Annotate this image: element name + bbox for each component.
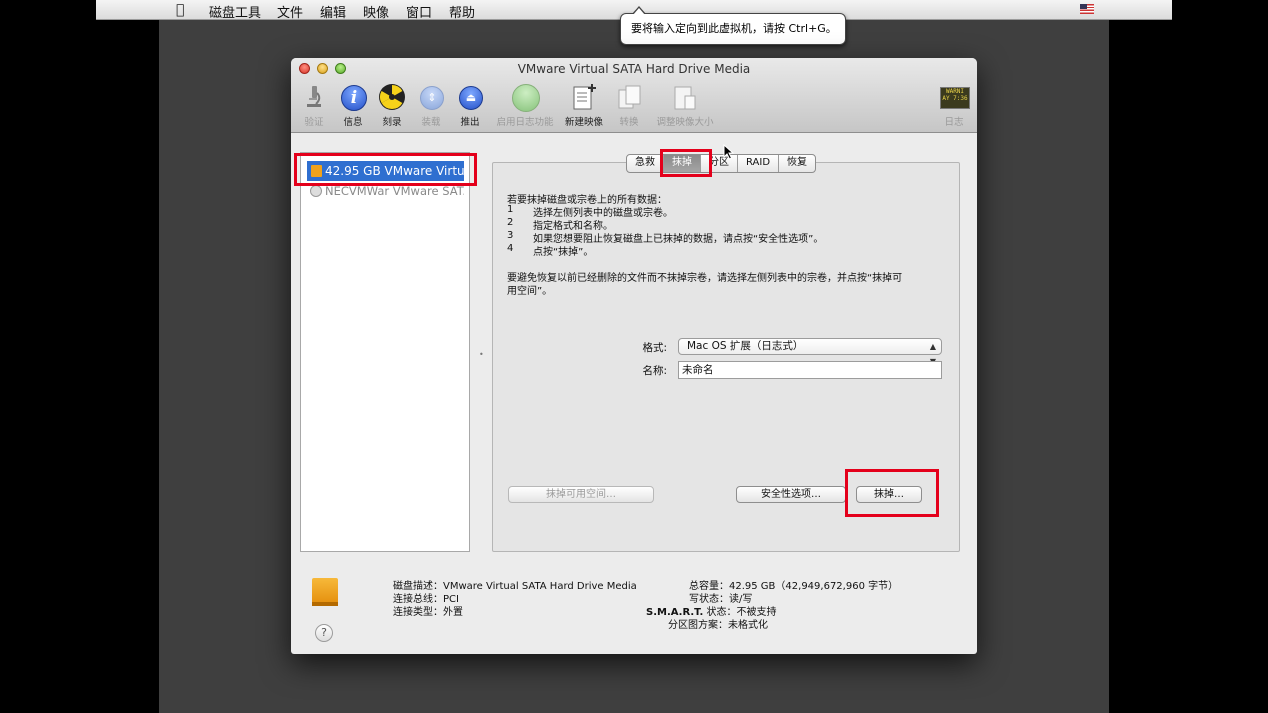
log-button[interactable]: WARNI AY 7:36 日志 xyxy=(934,81,974,129)
resize-image-button[interactable]: 调整映像大小 xyxy=(656,81,714,129)
microscope-icon xyxy=(307,86,321,107)
convert-button[interactable]: 转换 xyxy=(609,81,649,129)
mount-icon: ⇕ xyxy=(420,86,444,110)
erase-note: 要避免恢复以前已经删除的文件而不抹掉宗卷，请选择左侧列表中的宗卷，并点按“抹掉可 xyxy=(507,273,903,284)
splitter-handle-icon[interactable]: • xyxy=(479,350,484,359)
help-button[interactable]: ? xyxy=(315,624,333,642)
convert-icon xyxy=(618,85,641,109)
info-value: VMware Virtual SATA Hard Drive Media xyxy=(443,581,637,592)
info-value: 42.95 GB（42,949,672,960 字节） xyxy=(729,581,899,592)
menu-disk-utility[interactable]: 磁盘工具 xyxy=(209,2,261,21)
menu-window[interactable]: 窗口 xyxy=(406,2,432,21)
eject-button[interactable]: ⏏ 推出 xyxy=(450,81,490,129)
partition-scheme: 分区图方案：未格式化 xyxy=(668,616,768,631)
format-select-value: Mac OS 扩展（日志式） xyxy=(687,340,804,352)
tab-restore[interactable]: 恢复 xyxy=(779,155,815,172)
us-flag-icon[interactable] xyxy=(1080,4,1094,14)
info-value: 外置 xyxy=(443,607,463,618)
toolbar-label: 启用日志功能 xyxy=(496,117,554,128)
menu-file[interactable]: 文件 xyxy=(277,2,303,21)
enable-journaling-button[interactable]: 启用日志功能 xyxy=(496,81,554,129)
toolbar-label: 调整映像大小 xyxy=(656,117,714,128)
optical-drive-icon xyxy=(310,185,322,197)
info-label: 分区图方案： xyxy=(668,620,728,631)
toolbar-label: 日志 xyxy=(944,117,964,128)
security-options-button[interactable]: 安全性选项… xyxy=(736,486,846,503)
info-value: 未格式化 xyxy=(728,620,768,631)
resize-image-icon xyxy=(674,86,696,110)
name-label: 名称: xyxy=(642,365,667,377)
window-titlebar: VMware Virtual SATA Hard Drive Media 验证 … xyxy=(291,58,977,133)
log-icon: WARNI AY 7:36 xyxy=(940,87,970,109)
menu-edit[interactable]: 编辑 xyxy=(320,2,346,21)
step-number: 2 xyxy=(507,217,514,228)
step-text: 点按“抹掉”。 xyxy=(533,247,594,258)
format-select[interactable]: Mac OS 扩展（日志式） ▲▼ xyxy=(678,338,942,366)
highlight-selected-disk xyxy=(294,153,477,186)
name-field[interactable]: 未命名 xyxy=(678,361,942,379)
step-number: 3 xyxy=(507,230,514,241)
tab-bar: 急救 抹掉 分区 RAID 恢复 xyxy=(626,154,817,173)
highlight-erase-button xyxy=(845,469,939,517)
disk-utility-window: VMware Virtual SATA Hard Drive Media 验证 … xyxy=(291,58,977,654)
disk-list-item-label: NECVMWar VMware SAT... xyxy=(325,184,464,198)
tab-raid[interactable]: RAID xyxy=(738,155,780,172)
hard-drive-icon xyxy=(312,578,338,606)
burn-icon xyxy=(379,84,405,110)
window-title: VMware Virtual SATA Hard Drive Media xyxy=(517,62,751,76)
erase-note-continued: 用空间”。 xyxy=(507,286,553,297)
erase-free-space-button[interactable]: 抹掉可用空间… xyxy=(508,486,654,503)
journal-icon xyxy=(512,84,540,112)
highlight-erase-tab xyxy=(660,149,712,177)
info-icon: i xyxy=(341,85,367,111)
vm-input-tooltip: 要将输入定向到此虚拟机，请按 Ctrl+G。 xyxy=(620,6,846,45)
apple-icon[interactable]:  xyxy=(176,2,184,18)
mouse-pointer-icon xyxy=(723,144,735,160)
tab-first-aid[interactable]: 急救 xyxy=(627,155,664,172)
new-image-icon xyxy=(573,84,596,110)
disk-list: 42.95 GB VMware Virtua... NECVMWar VMwar… xyxy=(300,152,470,552)
menu-image[interactable]: 映像 xyxy=(363,2,389,21)
menu-help[interactable]: 帮助 xyxy=(449,2,475,21)
step-number: 4 xyxy=(507,243,514,254)
connection-type: 连接类型：外置 xyxy=(393,603,463,618)
step-number: 1 xyxy=(507,204,514,215)
format-label: 格式: xyxy=(642,342,667,354)
eject-icon: ⏏ xyxy=(459,86,483,110)
info-label: 连接类型： xyxy=(393,607,443,618)
